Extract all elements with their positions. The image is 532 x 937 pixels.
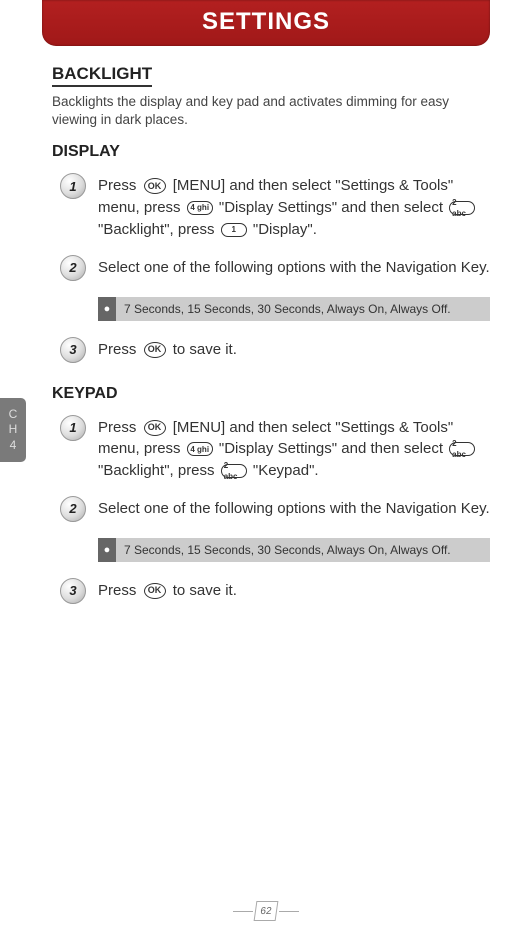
bullet-marker: ● xyxy=(98,538,116,562)
key-2-icon: 2 abc xyxy=(221,464,247,478)
step-number: 3 xyxy=(60,578,86,604)
step-number: 3 xyxy=(60,337,86,363)
step-text: Select one of the following options with… xyxy=(98,498,490,520)
key-4-icon: 4 ghi xyxy=(187,442,213,456)
step-text: Press OK to save it. xyxy=(98,339,237,361)
key-4-icon: 4 ghi xyxy=(187,201,213,215)
step-text: Select one of the following options with… xyxy=(98,257,490,279)
section-description: Backlights the display and key pad and a… xyxy=(52,93,490,129)
page-title: SETTINGS xyxy=(202,8,330,35)
text-fragment: Press xyxy=(98,177,141,194)
text-fragment: Press xyxy=(98,341,141,358)
page-header: SETTINGS xyxy=(42,0,490,46)
text-fragment: Press xyxy=(98,582,141,599)
page-number: 62 xyxy=(254,901,279,921)
step-text: Press OK to save it. xyxy=(98,580,237,602)
text-fragment: "Backlight", press xyxy=(98,221,219,238)
ok-icon: OK xyxy=(144,420,166,436)
page-content: BACKLIGHT Backlights the display and key… xyxy=(0,46,532,604)
keypad-heading: KEYPAD xyxy=(52,385,490,403)
text-fragment: to save it. xyxy=(173,341,237,358)
keypad-step-2: 2 Select one of the following options wi… xyxy=(52,498,490,522)
display-step-3: 3 Press OK to save it. xyxy=(52,339,490,363)
text-fragment: "Display Settings" and then select xyxy=(219,199,447,216)
bullet-marker: ● xyxy=(98,297,116,321)
text-fragment: "Keypad". xyxy=(253,462,319,479)
step-text: Press OK [MENU] and then select "Setting… xyxy=(98,175,490,240)
page-number-badge: 62 xyxy=(231,901,301,921)
display-options: ● 7 Seconds, 15 Seconds, 30 Seconds, Alw… xyxy=(98,297,490,321)
key-2-icon: 2 abc xyxy=(449,201,475,215)
chapter-tab-line3: 4 xyxy=(10,438,17,454)
display-heading: DISPLAY xyxy=(52,143,490,161)
section-title: BACKLIGHT xyxy=(52,64,152,87)
ok-icon: OK xyxy=(144,178,166,194)
ok-icon: OK xyxy=(144,342,166,358)
key-2-icon: 2 abc xyxy=(449,442,475,456)
display-step-2: 2 Select one of the following options wi… xyxy=(52,257,490,281)
chapter-tab-line1: C xyxy=(9,407,18,423)
text-fragment: "Backlight", press xyxy=(98,462,219,479)
key-1-icon: 1 xyxy=(221,223,247,237)
page-footer: 62 xyxy=(0,899,532,922)
text-fragment: to save it. xyxy=(173,582,237,599)
step-number: 1 xyxy=(60,415,86,441)
display-step-1: 1 Press OK [MENU] and then select "Setti… xyxy=(52,175,490,240)
keypad-step-1: 1 Press OK [MENU] and then select "Setti… xyxy=(52,417,490,482)
chapter-tab: C H 4 xyxy=(0,398,26,462)
text-fragment: "Display Settings" and then select xyxy=(219,440,447,457)
options-text: 7 Seconds, 15 Seconds, 30 Seconds, Alway… xyxy=(116,538,490,562)
ok-icon: OK xyxy=(144,583,166,599)
text-fragment: Press xyxy=(98,419,141,436)
step-number: 1 xyxy=(60,173,86,199)
text-fragment: "Display". xyxy=(253,221,317,238)
step-number: 2 xyxy=(60,496,86,522)
step-number: 2 xyxy=(60,255,86,281)
step-text: Press OK [MENU] and then select "Setting… xyxy=(98,417,490,482)
keypad-options: ● 7 Seconds, 15 Seconds, 30 Seconds, Alw… xyxy=(98,538,490,562)
options-text: 7 Seconds, 15 Seconds, 30 Seconds, Alway… xyxy=(116,297,490,321)
chapter-tab-line2: H xyxy=(9,422,18,438)
keypad-step-3: 3 Press OK to save it. xyxy=(52,580,490,604)
